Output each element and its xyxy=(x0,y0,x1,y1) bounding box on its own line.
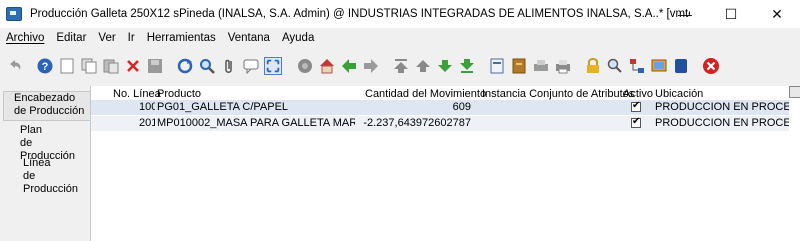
home-icon[interactable] xyxy=(318,57,336,75)
cell-product: MP010002_MASA PARA GALLETA MARIA 2... xyxy=(157,117,355,129)
undo-icon[interactable] xyxy=(6,57,24,75)
menu-herramientas[interactable]: Herramientas xyxy=(141,32,222,44)
tab-label-line2: de Producción xyxy=(23,170,79,195)
close-button[interactable]: ✕ xyxy=(754,0,800,28)
history-icon[interactable] xyxy=(296,57,314,75)
active-checkbox[interactable] xyxy=(631,100,641,112)
refresh-icon[interactable] xyxy=(176,57,194,75)
minimize-button[interactable]: — xyxy=(662,0,708,28)
maximize-button[interactable]: ☐ xyxy=(708,0,754,28)
new-record-icon[interactable] xyxy=(58,57,76,75)
cell-location: PRODUCCION EN PROCESO xyxy=(655,117,789,129)
copy-record-icon[interactable] xyxy=(80,57,98,75)
lock-icon[interactable] xyxy=(584,57,602,75)
cell-product: PG01_GALLETA C/PAPEL xyxy=(157,101,289,113)
exit-icon[interactable] xyxy=(702,57,720,75)
find-icon[interactable] xyxy=(198,57,216,75)
menu-ventana[interactable]: Ventana xyxy=(222,32,276,44)
cell-line-no: 201 xyxy=(139,117,155,129)
help-icon[interactable]: ? xyxy=(36,57,54,75)
tab-linea-produccion[interactable]: Línea de Producción xyxy=(9,157,90,195)
print-preview-icon[interactable] xyxy=(532,57,550,75)
next-record-icon[interactable] xyxy=(436,57,454,75)
product-info-icon[interactable] xyxy=(672,57,690,75)
header-product[interactable]: Producto xyxy=(157,88,201,100)
header-quantity[interactable]: Cantidad del Movimiento xyxy=(365,88,486,100)
active-checkbox[interactable] xyxy=(631,116,641,128)
tab-label-line1: Encabezado xyxy=(14,92,76,104)
header-active[interactable]: Activo xyxy=(623,88,653,100)
window-titlebar: Producción Galleta 250X12 sPineda (INALS… xyxy=(0,0,800,28)
menu-editar[interactable]: Editar xyxy=(50,32,92,44)
tab-label-line2: de Producción xyxy=(14,105,85,117)
attachment-icon[interactable] xyxy=(220,57,238,75)
workflow-icon[interactable] xyxy=(628,57,646,75)
cell-quantity: -2.237,643972602787 xyxy=(363,117,471,129)
process-icon[interactable] xyxy=(650,57,668,75)
copy-icon[interactable] xyxy=(102,57,120,75)
tab-encabezado-produccion[interactable]: Encabezado de Producción xyxy=(3,91,90,121)
menu-archivo[interactable]: Archivo xyxy=(0,32,50,44)
menu-ayuda[interactable]: Ayuda xyxy=(276,32,320,44)
header-location[interactable]: Ubicación xyxy=(655,88,703,100)
header-attribute-set[interactable]: Instancia Conjunto de Atributos xyxy=(482,88,634,100)
delete-icon[interactable] xyxy=(124,57,142,75)
tab-label-line1: Plan xyxy=(20,124,43,136)
svg-text:?: ? xyxy=(42,61,49,73)
menu-ver[interactable]: Ver xyxy=(92,32,121,44)
table-row[interactable]: 100 PG01_GALLETA C/PAPEL 609 PRODUCCION … xyxy=(91,100,789,115)
previous-record-icon[interactable] xyxy=(414,57,432,75)
window-title: Producción Galleta 250X12 sPineda (INALS… xyxy=(30,8,690,20)
forward-icon[interactable] xyxy=(362,57,380,75)
print-icon[interactable] xyxy=(554,57,572,75)
chat-icon[interactable] xyxy=(242,57,260,75)
app-icon xyxy=(6,7,22,21)
back-icon[interactable] xyxy=(340,57,358,75)
lines-grid: No. Línea Producto Cantidad del Movimien… xyxy=(90,86,800,241)
save-icon[interactable] xyxy=(146,57,164,75)
last-record-icon[interactable] xyxy=(458,57,476,75)
toolbar: ? xyxy=(0,50,800,84)
expand-icon[interactable] xyxy=(264,57,282,75)
menu-ir[interactable]: Ir xyxy=(122,32,141,44)
tab-panel: Encabezado de Producción Plan de Producc… xyxy=(0,86,90,241)
tab-plan-produccion[interactable]: Plan de Producción xyxy=(6,124,90,162)
cell-line-no: 100 xyxy=(139,101,155,113)
table-row[interactable]: 201 MP010002_MASA PARA GALLETA MARIA 2..… xyxy=(91,116,789,131)
report-icon[interactable] xyxy=(488,57,506,75)
menubar: Archivo Editar Ver Ir Herramientas Venta… xyxy=(0,28,800,48)
cell-quantity: 609 xyxy=(452,101,471,113)
first-record-icon[interactable] xyxy=(392,57,410,75)
header-line-no[interactable]: No. Línea xyxy=(113,88,161,100)
cell-location: PRODUCCION EN PROCESO xyxy=(655,101,789,113)
zoom-across-icon[interactable] xyxy=(606,57,624,75)
archive-icon[interactable] xyxy=(510,57,528,75)
grid-corner-icon[interactable] xyxy=(789,86,800,98)
tab-label-line1: Línea xyxy=(23,157,51,169)
